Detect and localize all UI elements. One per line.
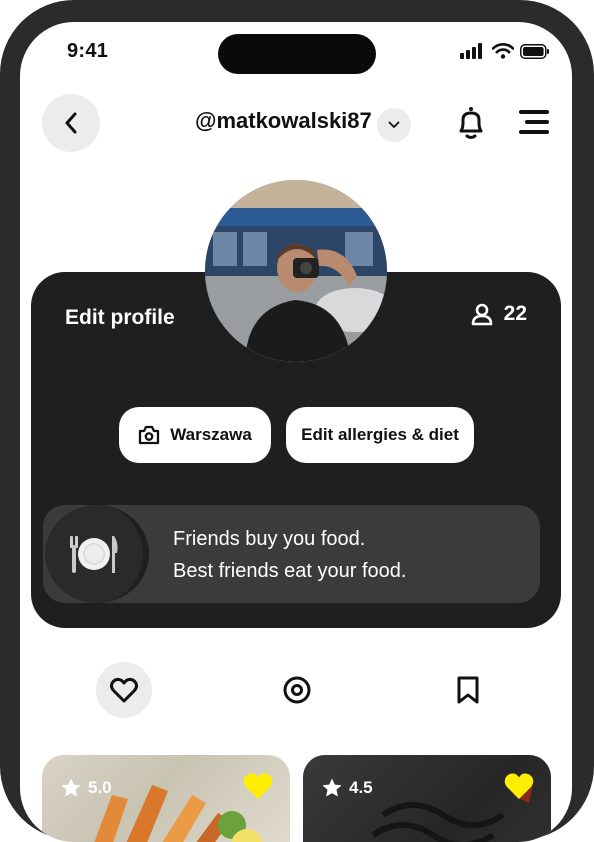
plate-cutlery-icon (70, 536, 118, 573)
heart-filled-icon[interactable] (242, 771, 274, 801)
username[interactable]: @matkowalski87 (195, 108, 372, 134)
phone-frame: 9:41 @matkowalski87 Edit profile 22 Wars… (0, 0, 594, 842)
heart-filled-icon[interactable] (503, 771, 535, 801)
location-pin-icon (283, 676, 311, 704)
tab-places[interactable] (269, 662, 325, 718)
location-label: Warszawa (170, 425, 252, 444)
bookmark-icon (457, 676, 479, 704)
camera-icon (139, 425, 160, 445)
motto-text: Friends buy you food. Best friends eat y… (173, 523, 406, 587)
heart-icon (109, 677, 139, 703)
edit-diet-button[interactable]: Edit allergies & diet (286, 407, 474, 463)
rating: 4.5 (321, 777, 373, 799)
chevron-down-icon (388, 121, 400, 128)
status-icons (460, 43, 550, 59)
chevron-left-icon (65, 112, 77, 134)
motto-box: Friends buy you food. Best friends eat y… (43, 505, 540, 603)
food-card[interactable]: 5.0 (42, 755, 290, 842)
rating: 5.0 (60, 777, 112, 799)
dynamic-island (218, 34, 376, 74)
friends-count[interactable]: 22 (470, 302, 527, 326)
status-time: 9:41 (67, 40, 109, 62)
wifi-icon (492, 43, 514, 59)
avatar-photo (205, 180, 387, 362)
bell-icon[interactable] (454, 106, 488, 142)
account-switch-button[interactable] (377, 108, 411, 142)
user-icon (471, 303, 492, 326)
rating-value: 5.0 (88, 778, 112, 797)
motto-line-1: Friends buy you food. (173, 528, 366, 550)
food-card[interactable]: 4.5 (303, 755, 551, 842)
plate-badge (45, 505, 149, 603)
menu-icon[interactable] (517, 108, 551, 136)
diet-label: Edit allergies & diet (301, 425, 459, 444)
screen: 9:41 @matkowalski87 Edit profile 22 Wars… (20, 22, 572, 842)
star-icon (61, 778, 81, 797)
back-button[interactable] (42, 94, 100, 152)
tab-favorites[interactable] (96, 662, 152, 718)
star-icon (322, 778, 342, 797)
location-button[interactable]: Warszawa (119, 407, 271, 463)
rating-value: 4.5 (349, 778, 373, 797)
profile-photo[interactable] (205, 180, 387, 362)
tab-saved[interactable] (440, 662, 496, 718)
signal-icon (460, 43, 482, 59)
battery-icon (520, 43, 549, 59)
friends-count-value: 22 (503, 302, 527, 325)
motto-line-2: Best friends eat your food. (173, 560, 407, 582)
edit-profile-button[interactable]: Edit profile (65, 306, 175, 330)
